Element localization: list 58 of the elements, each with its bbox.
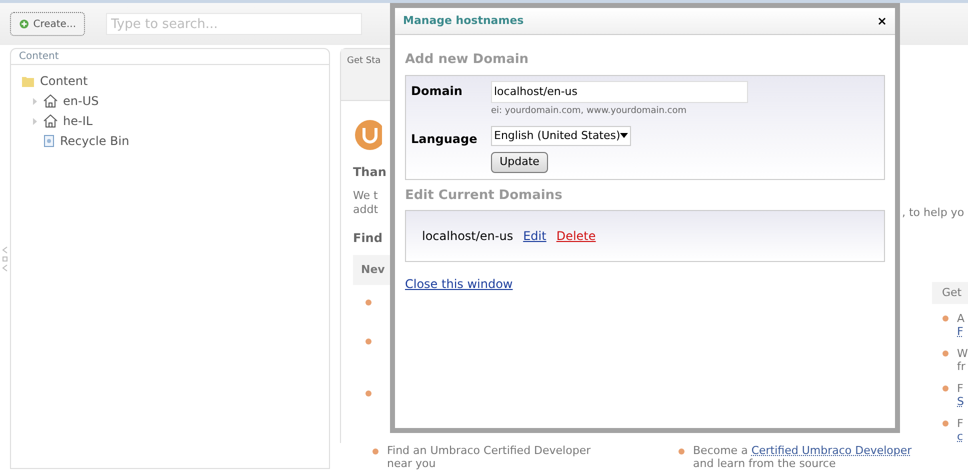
bullet-icon xyxy=(372,448,379,455)
tree-item[interactable]: Recycle Bin xyxy=(60,132,130,150)
link[interactable]: F xyxy=(957,325,965,338)
bullet-icon xyxy=(365,390,372,397)
search-field[interactable]: Type to search... xyxy=(106,13,362,35)
domain-field[interactable]: localhost/en-us xyxy=(491,80,748,102)
tree-item[interactable]: en-US xyxy=(63,92,99,110)
create-button[interactable]: Create... xyxy=(10,12,85,36)
body-text: W xyxy=(957,347,968,360)
section-heading: Get xyxy=(942,284,962,300)
section-heading: Edit Current Domains xyxy=(405,186,564,204)
bin-icon xyxy=(43,134,55,148)
edit-link[interactable]: Edit xyxy=(523,227,546,245)
body-text: Become a Certified Umbraco Developer and learn from the source xyxy=(693,444,913,470)
hint-text: ei: yourdomain.com, www.yourdomain.com xyxy=(491,104,688,118)
close-window-link[interactable]: Close this window xyxy=(405,275,513,293)
link[interactable]: Certified Umbraco Developer xyxy=(751,444,912,457)
panel-title: Content xyxy=(11,49,329,65)
folder-icon xyxy=(21,74,35,88)
dialog-title: Manage hostnames xyxy=(403,12,524,29)
domain-name: localhost/en-us xyxy=(422,228,514,245)
house-icon xyxy=(43,94,58,108)
language-select[interactable]: English (United States) xyxy=(491,126,631,146)
add-icon xyxy=(19,17,30,31)
field-label: Domain xyxy=(411,82,464,100)
bullet-icon xyxy=(678,448,685,455)
caret-icon xyxy=(620,133,628,138)
section-heading: Nev xyxy=(361,262,385,278)
body-text: A xyxy=(957,312,965,325)
bullet-icon xyxy=(365,338,372,345)
bullet-icon xyxy=(942,350,949,357)
body-text: fr xyxy=(957,360,966,373)
heading-text: Find xyxy=(353,231,384,245)
link[interactable]: c xyxy=(957,430,964,443)
bullet-icon xyxy=(365,299,372,306)
tree-item[interactable]: he-IL xyxy=(63,112,93,130)
section-heading: Add new Domain xyxy=(405,51,530,69)
field-label: Language xyxy=(411,130,478,148)
body-text: addt xyxy=(353,203,380,217)
expand-icon[interactable] xyxy=(33,98,37,104)
collapse-handle-icon[interactable] xyxy=(2,246,8,272)
house-icon xyxy=(43,114,58,128)
expand-icon[interactable] xyxy=(33,118,37,124)
update-button[interactable]: Update xyxy=(491,152,548,173)
body-text: We t xyxy=(353,189,379,203)
heading-text: Than xyxy=(353,165,388,179)
body-text: F xyxy=(957,417,964,430)
bullet-icon xyxy=(942,385,949,392)
body-text: , to help yo xyxy=(901,205,966,221)
logo-icon xyxy=(354,119,382,151)
bullet-icon xyxy=(942,420,949,427)
close-button[interactable]: × xyxy=(876,15,887,27)
body-text: F xyxy=(957,382,964,395)
body-text: Find an Umbraco Certified Developer near you xyxy=(387,444,592,470)
tree-item[interactable]: Content xyxy=(40,72,88,90)
delete-link[interactable]: Delete xyxy=(556,227,596,245)
bullet-icon xyxy=(942,315,949,322)
link[interactable]: S xyxy=(957,395,964,408)
